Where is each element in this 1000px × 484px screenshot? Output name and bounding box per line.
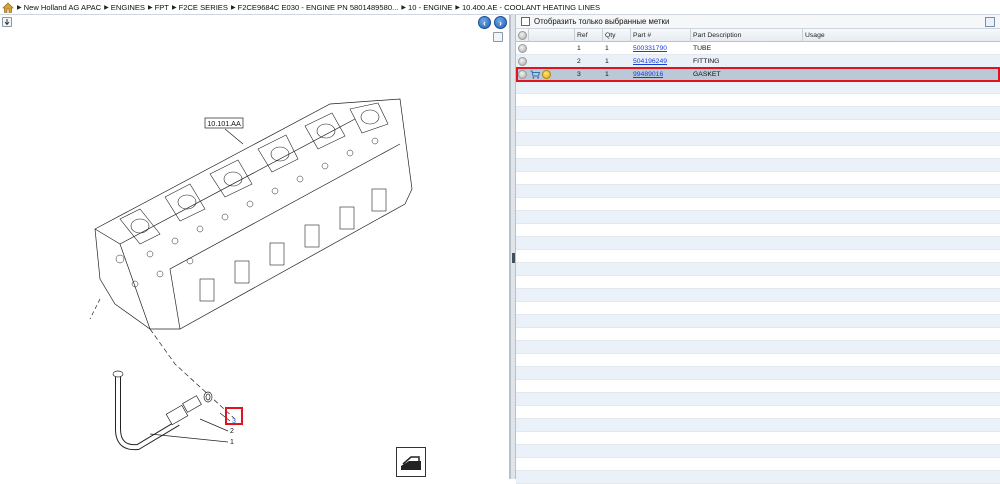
column-header-ref[interactable]: Ref: [574, 29, 602, 42]
show-selected-only-label: Отобразить только выбранные метки: [534, 17, 670, 26]
empty-row: [516, 211, 1000, 224]
arrow-right-icon: ▶: [17, 4, 22, 11]
empty-row: [516, 471, 1000, 484]
print-icon: [401, 456, 421, 470]
empty-row: [516, 250, 1000, 263]
table-header: Ref Qty Part # Part Description Usage: [516, 29, 1000, 42]
drawing-toolbar: ‹ ›: [0, 15, 510, 42]
empty-row: [516, 315, 1000, 328]
column-header-part-number[interactable]: Part #: [630, 29, 690, 42]
breadcrumb-item-series[interactable]: ▶ F2CE SERIES: [172, 3, 228, 12]
arrow-right-icon: ▶: [147, 4, 153, 11]
empty-row: [516, 289, 1000, 302]
empty-row: [516, 445, 1000, 458]
empty-row: [516, 393, 1000, 406]
filter-bar: Отобразить только выбранные метки: [516, 15, 1000, 29]
empty-row: [516, 81, 1000, 94]
callout-number[interactable]: 1: [230, 439, 234, 446]
row-select-icon[interactable]: [518, 57, 527, 66]
zoom-fit-button[interactable]: [2, 17, 12, 27]
column-header-qty[interactable]: Qty: [602, 29, 630, 42]
empty-row: [516, 354, 1000, 367]
empty-row: [516, 380, 1000, 393]
breadcrumb-item-engine-model[interactable]: ▶ F2CE9684C E030 - ENGINE PN 5801489580..…: [231, 3, 398, 12]
empty-row: [516, 120, 1000, 133]
arrow-down-icon: [4, 19, 10, 26]
parts-table: Ref Qty Part # Part Description Usage 1 …: [516, 29, 1000, 484]
empty-row: [516, 276, 1000, 289]
previous-page-button[interactable]: ‹: [478, 16, 491, 29]
empty-row: [516, 185, 1000, 198]
empty-row: [516, 146, 1000, 159]
breadcrumb-item-brand[interactable]: ▶ New Holland AG APAC: [17, 3, 101, 12]
column-header-description[interactable]: Part Description: [690, 29, 802, 42]
empty-row: [516, 458, 1000, 471]
empty-row: [516, 341, 1000, 354]
callout-number[interactable]: 2: [230, 428, 234, 435]
arrow-right-icon: ▶: [455, 4, 460, 11]
breadcrumb-item-fpt[interactable]: ▶ FPT: [148, 3, 169, 12]
parts-diagram: 10.101.AA 3 2 1: [89, 98, 413, 451]
print-button[interactable]: [396, 447, 426, 477]
empty-row: [516, 94, 1000, 107]
arrow-right-icon: ▶: [171, 4, 177, 11]
row-select-icon[interactable]: [518, 44, 527, 53]
home-icon[interactable]: [2, 2, 14, 13]
empty-row: [516, 237, 1000, 250]
empty-row: [516, 133, 1000, 146]
breadcrumb: ▶ New Holland AG APAC ▶ ENGINES ▶ FPT ▶ F2CE…: [0, 0, 1000, 15]
table-row[interactable]: 1 1 500331790 TUBE: [516, 42, 1000, 55]
parts-list-panel: Отобразить только выбранные метки Ref Qt…: [516, 15, 1000, 484]
breadcrumb-item-section[interactable]: ▶ 10 - ENGINE: [401, 3, 452, 12]
collapse-panel-button[interactable]: [985, 17, 995, 27]
arrow-right-icon: ▶: [104, 4, 109, 11]
breadcrumb-item-page[interactable]: ▶ 10.400.AE - COOLANT HEATING LINES: [455, 3, 600, 12]
column-header-usage[interactable]: Usage: [802, 29, 1000, 42]
selected-callout-highlight: [225, 407, 243, 425]
column-header-actions: [528, 29, 574, 42]
empty-row: [516, 263, 1000, 276]
empty-row: [516, 367, 1000, 380]
nav-forward-icon: ›: [499, 18, 502, 28]
empty-row: [516, 159, 1000, 172]
empty-row: [516, 172, 1000, 185]
section-reference-label[interactable]: 10.101.AA: [207, 119, 241, 128]
arrow-right-icon: ▶: [401, 4, 407, 11]
part-number-link[interactable]: 500331790: [633, 42, 667, 55]
select-all-icon[interactable]: [518, 31, 527, 40]
empty-row: [516, 198, 1000, 211]
show-selected-only-checkbox[interactable]: [521, 17, 530, 26]
nav-back-icon: ‹: [483, 18, 486, 28]
empty-row: [516, 432, 1000, 445]
splitter-grip-icon[interactable]: [512, 253, 515, 263]
row-description: TUBE: [693, 45, 712, 52]
next-page-button[interactable]: ›: [494, 16, 507, 29]
arrow-right-icon: ▶: [230, 4, 236, 11]
breadcrumb-item-engines[interactable]: ▶ ENGINES: [104, 3, 145, 12]
selected-row-highlight: [516, 67, 1000, 82]
empty-row: [516, 107, 1000, 120]
row-qty: 1: [605, 45, 609, 52]
empty-rows: [516, 81, 1000, 484]
empty-row: [516, 406, 1000, 419]
empty-row: [516, 302, 1000, 315]
row-ref: 1: [577, 45, 581, 52]
empty-row: [516, 328, 1000, 341]
drawing-panel: ‹ › 10.101.AA 3 2 1: [0, 15, 510, 479]
empty-row: [516, 419, 1000, 432]
empty-row: [516, 224, 1000, 237]
